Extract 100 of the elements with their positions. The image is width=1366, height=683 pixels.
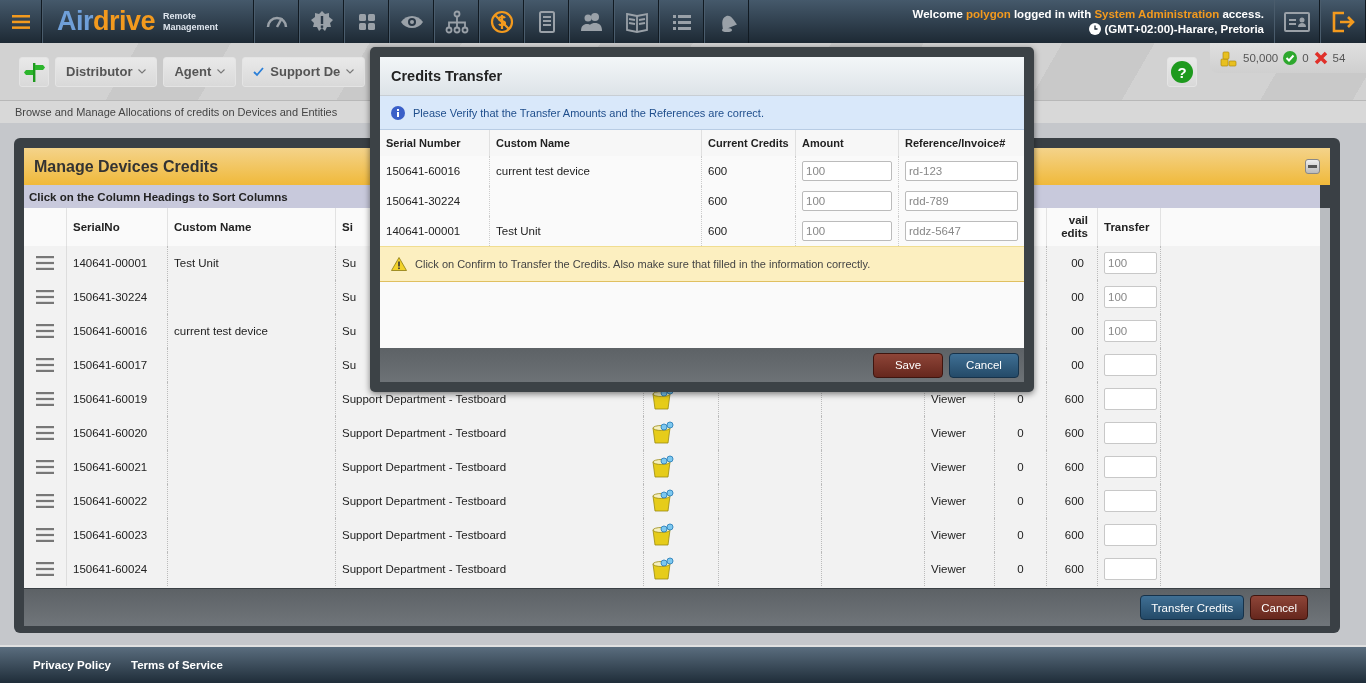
credits-cell: 600 <box>708 165 728 177</box>
footer-link[interactable]: Privacy Policy <box>33 659 111 671</box>
site-cell: Su <box>342 359 357 371</box>
info-icon <box>391 105 405 120</box>
serial-cell: 150641-60016 <box>386 165 461 177</box>
transfer-input[interactable] <box>1104 422 1157 444</box>
site-cell: Support Department - Testboard <box>342 461 507 473</box>
serial-cell: 140641-00001 <box>386 225 461 237</box>
site-cell: Support Department - Testboard <box>342 529 507 541</box>
minus-icon <box>1308 165 1317 168</box>
success-count: 0 <box>1302 52 1309 64</box>
row-menu-icon[interactable] <box>36 256 54 270</box>
bucket-icon <box>650 557 674 581</box>
serial-cell: 150641-60020 <box>73 427 148 439</box>
count-cell: 0 <box>1017 393 1024 405</box>
transfer-input[interactable]: 100 <box>1104 286 1157 308</box>
role-cell: Viewer <box>931 563 966 575</box>
panel-button[interactable]: Transfer Credits <box>1140 595 1245 620</box>
credits-cell: 00 <box>1071 257 1084 269</box>
credits-cell: 600 <box>708 195 728 207</box>
amount-input[interactable]: 100 <box>802 221 892 241</box>
row-menu-icon[interactable] <box>36 358 54 372</box>
row-menu-icon[interactable] <box>36 290 54 304</box>
reference-input[interactable]: rddz-5647 <box>905 221 1018 241</box>
warning-icon <box>391 257 407 271</box>
site-cell: Support Department - Testboard <box>342 427 507 439</box>
transfer-input[interactable] <box>1104 558 1157 580</box>
row-menu-icon[interactable] <box>36 460 54 474</box>
minimize-button[interactable] <box>1305 159 1320 174</box>
error-count: 54 <box>1332 52 1346 64</box>
dialog-button[interactable]: Save <box>873 352 943 378</box>
serial-cell: 150641-60016 <box>73 325 148 337</box>
row-menu-icon[interactable] <box>36 392 54 406</box>
credits-cell: 600 <box>1064 529 1084 541</box>
check-icon <box>253 66 265 77</box>
serial-cell: 150641-60021 <box>73 461 148 473</box>
role-cell: Viewer <box>931 461 966 473</box>
help-icon <box>1171 61 1193 83</box>
credits-cell: 600 <box>1064 427 1084 439</box>
transfer-input[interactable] <box>1104 524 1157 546</box>
help-button[interactable]: ? <box>1167 57 1197 87</box>
column-header[interactable]: SerialNo <box>73 221 120 233</box>
row-menu-icon[interactable] <box>36 528 54 542</box>
logout-icon <box>1331 9 1355 34</box>
count-cell: 0 <box>1017 427 1024 439</box>
credits-cell: 600 <box>1064 393 1084 405</box>
credits-cell: 600 <box>1064 563 1084 575</box>
transfer-input[interactable]: 100 <box>1104 252 1157 274</box>
row-menu-icon[interactable] <box>36 426 54 440</box>
column-header[interactable]: Custom Name <box>174 221 252 233</box>
column-header[interactable]: Si <box>342 221 353 233</box>
column-header: Amount <box>802 137 844 149</box>
column-header: Current Credits <box>708 137 789 149</box>
column-header[interactable]: Transfer <box>1104 221 1150 233</box>
serial-cell: 150641-30224 <box>73 291 148 303</box>
reference-input[interactable]: rd-123 <box>905 161 1018 181</box>
row-menu-icon[interactable] <box>36 562 54 576</box>
role-cell: Viewer <box>931 495 966 507</box>
serial-cell: 150641-60022 <box>73 495 148 507</box>
transfer-input[interactable] <box>1104 354 1157 376</box>
serial-cell: 140641-00001 <box>73 257 148 269</box>
panel-button[interactable]: Cancel <box>1250 595 1308 620</box>
bucket-icon <box>650 489 674 513</box>
footer-link[interactable]: Terms of Service <box>131 659 223 671</box>
filter-dropdown[interactable]: Distributor <box>55 56 158 87</box>
filter-dropdown[interactable]: Agent <box>163 56 237 87</box>
logo-text: Airdrive <box>57 6 156 37</box>
transfer-input[interactable] <box>1104 388 1157 410</box>
serial-cell: 150641-60017 <box>73 359 148 371</box>
check-circle-icon <box>1283 51 1298 65</box>
panel-title: Manage Devices Credits <box>34 157 219 176</box>
row-menu-icon[interactable] <box>36 324 54 338</box>
credit-balance: 50,000 <box>1243 52 1279 64</box>
caret-icon <box>138 69 147 74</box>
role-cell: Viewer <box>931 427 966 439</box>
dialog-button[interactable]: Cancel <box>949 352 1019 378</box>
caret-icon <box>217 69 226 74</box>
row-menu-icon[interactable] <box>36 494 54 508</box>
site-cell: Su <box>342 291 357 303</box>
credits-cell: 00 <box>1071 325 1084 337</box>
transfer-input[interactable] <box>1104 490 1157 512</box>
filter-dropdown[interactable]: Support De <box>242 56 366 87</box>
serial-cell: 150641-60023 <box>73 529 148 541</box>
signpost-button[interactable] <box>19 56 49 87</box>
caret-icon <box>346 69 355 74</box>
amount-input[interactable]: 100 <box>802 161 892 181</box>
reference-input[interactable]: rdd-789 <box>905 191 1018 211</box>
count-cell: 0 <box>1017 461 1024 473</box>
credits-cell: 600 <box>1064 461 1084 473</box>
amount-input[interactable]: 100 <box>802 191 892 211</box>
scrollbar[interactable] <box>1320 208 1330 588</box>
coins-icon <box>1220 49 1238 67</box>
site-cell: Su <box>342 257 357 269</box>
column-header[interactable]: vail edits <box>1053 214 1088 240</box>
column-header: Serial Number <box>386 137 461 149</box>
warning-message: Click on Confirm to Transfer the Credits. Also make sure that filled in the information correctly. <box>415 258 871 270</box>
transfer-input[interactable] <box>1104 456 1157 478</box>
credits-cell: 600 <box>1064 495 1084 507</box>
logo-tagline: Remote Management <box>163 10 220 33</box>
transfer-input[interactable]: 100 <box>1104 320 1157 342</box>
